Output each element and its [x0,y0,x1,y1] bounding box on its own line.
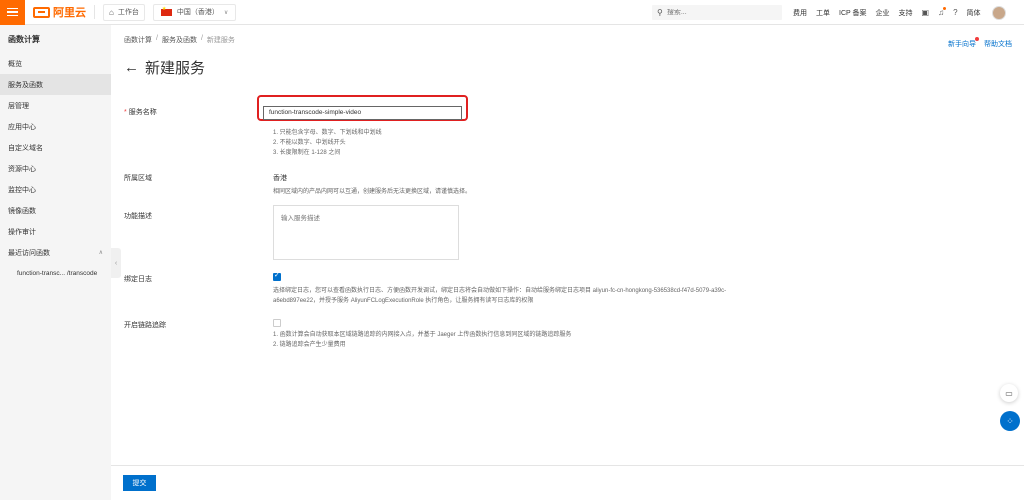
nav-enterprise[interactable]: 企业 [876,8,890,18]
sidebar-title: 函数计算 [8,34,40,44]
search-icon: ⚲ [657,8,663,17]
sidebar-recent-header[interactable]: 最近访问函数 ∧ [0,242,111,263]
service-name-hint-3: 3. 长度限制在 1-128 之间 [273,150,341,156]
workbench-button[interactable]: ⌂ 工作台 [103,3,145,21]
apps-grid-icon[interactable]: ⁘ [1000,411,1020,431]
tracing-hints: 1. 函数计算会自动获取本区域链路追踪的内网接入点，并基于 Jaeger 上传函… [273,330,973,350]
divider [94,5,95,19]
log-hint-line-1: 选择绑定日志，您可以查看函数执行日志、方便函数开发调试，绑定日志将会自动做如下操… [273,288,727,294]
region-selector[interactable]: 中国（香港） ∨ [152,3,237,21]
breadcrumb-services[interactable]: 服务及函数 [162,35,197,45]
newbie-guide-link[interactable]: 新手向导 [948,37,979,49]
service-name-label-text: 服务名称 [128,109,157,116]
breadcrumb-fc[interactable]: 函数计算 [124,35,152,45]
breadcrumb-separator: / [156,35,158,42]
recent-label: 最近访问函数 [8,249,50,257]
sidebar-item-layers[interactable]: 层管理 [0,95,111,116]
service-name-hint-2: 2. 不能以数字、中划线开头 [273,140,346,146]
chevron-up-icon: ∧ [98,250,103,256]
submit-button[interactable]: 提交 [123,475,156,491]
description-textarea[interactable] [273,205,459,260]
required-mark: * [124,109,127,116]
aliyun-logo[interactable]: 阿里云 [33,0,86,25]
main-content: 函数计算 / 服务及函数 / 新建服务 新手向导 帮助文档 ← 新建服务 * 服务… [111,25,1024,500]
bell-icon[interactable]: ♫ [938,7,947,17]
search-box[interactable]: ⚲ [652,5,782,20]
region-label: 所属区域 [124,175,152,182]
region-value: 香港 [273,175,287,182]
avatar[interactable] [991,5,1006,20]
workbench-label: 工作台 [117,9,139,16]
newbie-guide-label: 新手向导 [948,41,976,48]
log-hint: 选择绑定日志，您可以查看函数执行日志、方便函数开发调试，绑定日志将会自动做如下操… [273,286,973,306]
description-label: 功能描述 [124,213,152,220]
service-name-hint-1: 1. 只能包含字母、数字、下划线和中划线 [273,130,382,136]
sidebar-item-audit[interactable]: 操作审计 [0,221,111,242]
top-nav: 费用 工单 ICP 备案 企业 支持 ▣ ♫ ? 简体 [793,0,1006,25]
tracing-checkbox[interactable] [273,319,281,327]
service-name-hints: 1. 只能包含字母、数字、下划线和中划线 2. 不能以数字、中划线开头 3. 长… [273,128,382,158]
help-docs-link[interactable]: 帮助文档 [984,39,1012,49]
help-icon[interactable]: ? [953,8,957,17]
tracing-hint-2: 2. 链路追踪会产生少量费用 [273,342,346,348]
sidebar-item-services[interactable]: 服务及函数 [0,74,111,95]
service-name-highlight [257,95,468,121]
log-hint-line-2: a6ebd897ee22，并授予服务 AliyunFCLogExecutionR… [273,298,534,304]
nav-fees[interactable]: 费用 [793,8,807,18]
sidebar-item-resources[interactable]: 资源中心 [0,158,111,179]
sidebar-item-monitoring[interactable]: 监控中心 [0,179,111,200]
region-hint: 相同区域内的产品内网可以互通，创建服务后无法更换区域，请谨慎选择。 [273,189,472,195]
tracing-hint-1: 1. 函数计算会自动获取本区域链路追踪的内网接入点，并基于 Jaeger 上传函… [273,332,572,338]
aliyun-logo-icon [33,6,50,18]
nav-support[interactable]: 支持 [899,8,913,18]
service-name-label: * 服务名称 [124,107,157,117]
screen-icon[interactable]: ▣ [922,8,930,17]
menu-icon[interactable] [0,0,25,25]
back-arrow-icon[interactable]: ← [124,59,139,76]
service-name-input[interactable] [263,105,462,120]
china-flag-icon [160,6,172,16]
page-title-text: 新建服务 [145,60,206,77]
chat-icon[interactable]: ▭ [1000,384,1018,402]
breadcrumb-separator: / [200,35,203,42]
region-label: 中国（香港） [176,9,219,16]
nav-icp[interactable]: ICP 备案 [839,8,867,18]
tracing-label: 开启链路追踪 [124,322,166,329]
sidebar-item-domains[interactable]: 自定义域名 [0,137,111,158]
notification-dot [975,37,979,41]
sidebar-item-image-functions[interactable]: 镜像函数 [0,200,111,221]
form-footer: 提交 [111,465,1024,500]
sidebar-item-overview[interactable]: 概览 [0,53,111,74]
breadcrumb: 函数计算 / 服务及函数 / 新建服务 [124,35,235,45]
nav-tickets[interactable]: 工单 [816,8,830,18]
recent-function-item[interactable]: function-transc... /transcode [0,263,111,284]
search-input[interactable] [666,9,767,16]
logo-text: 阿里云 [53,7,86,19]
log-label: 绑定日志 [124,276,152,283]
log-checkbox[interactable] [273,271,281,281]
page-title: ← 新建服务 [124,57,205,78]
language-switch[interactable]: 简体 [967,8,981,18]
chevron-down-icon: ∨ [223,9,229,16]
sidebar: 函数计算 概览 服务及函数 层管理 应用中心 自定义域名 资源中心 监控中心 镜… [0,25,111,500]
sidebar-item-apps[interactable]: 应用中心 [0,116,111,137]
home-icon: ⌂ [109,7,114,17]
top-links: 新手向导 帮助文档 [948,37,1012,49]
breadcrumb-current: 新建服务 [206,37,235,44]
